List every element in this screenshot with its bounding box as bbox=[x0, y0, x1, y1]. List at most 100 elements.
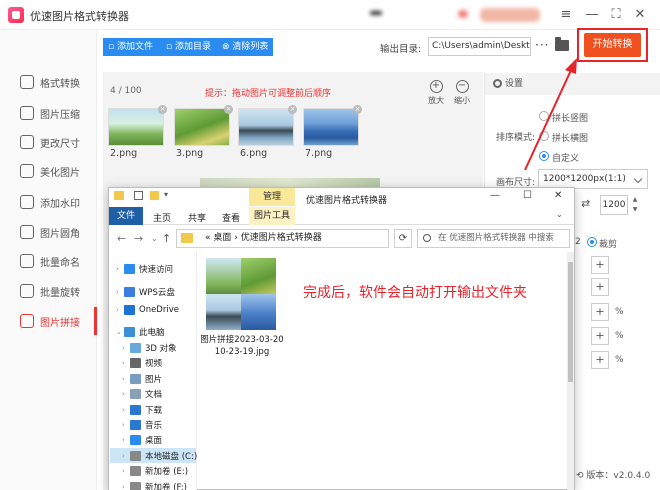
tree-item[interactable]: › 下载 bbox=[122, 404, 162, 416]
tree-chevron-icon[interactable]: › bbox=[122, 452, 130, 460]
zoom-in-button[interactable]: + 放大 bbox=[424, 80, 448, 106]
quick-access-checkbox-icon[interactable] bbox=[134, 191, 143, 200]
sidebar-item[interactable]: 格式转换 bbox=[0, 71, 97, 93]
tree-item[interactable]: › 快速访问 bbox=[116, 263, 173, 275]
manage-tab[interactable]: 管理 bbox=[249, 188, 295, 206]
close-icon[interactable]: ✕ bbox=[630, 5, 650, 25]
sidebar-item[interactable]: 图片圆角 bbox=[0, 221, 97, 243]
stitched-file-thumbnail[interactable] bbox=[206, 258, 276, 330]
tree-item[interactable]: › 图片 bbox=[122, 373, 162, 385]
tree-chevron-icon[interactable]: › bbox=[122, 406, 130, 414]
image-thumbnail[interactable]: × bbox=[174, 105, 233, 146]
increment-button[interactable]: + bbox=[591, 256, 609, 274]
maximize-icon[interactable]: ⛶ bbox=[606, 5, 626, 25]
tree-item[interactable]: ⌄ 此电脑 bbox=[116, 326, 165, 338]
3d-icon bbox=[130, 343, 141, 353]
ribbon-expand-icon[interactable]: ⌄ bbox=[556, 210, 563, 219]
image-count: 4 / 100 bbox=[110, 86, 142, 96]
forward-icon[interactable]: → bbox=[134, 232, 143, 245]
sidebar-item[interactable]: 批量旋转 bbox=[0, 280, 97, 302]
image-thumbnail[interactable]: × bbox=[303, 105, 362, 146]
sidebar-item-label: 美化图片 bbox=[40, 167, 80, 179]
history-dropdown-icon[interactable]: ⌄ bbox=[151, 234, 158, 243]
explorer-maximize-icon[interactable]: ☐ bbox=[523, 190, 532, 201]
tree-chevron-icon[interactable]: › bbox=[122, 421, 130, 429]
address-bar[interactable]: « 桌面 › 优速图片格式转换器 bbox=[176, 229, 389, 248]
back-icon[interactable]: ← bbox=[117, 232, 126, 245]
menu-icon[interactable]: ≡ bbox=[556, 5, 576, 25]
tree-chevron-icon[interactable]: › bbox=[122, 375, 130, 383]
tree-chevron-icon[interactable]: › bbox=[116, 288, 124, 296]
sidebar-item[interactable]: 更改尺寸 bbox=[0, 131, 97, 153]
height-input[interactable]: 1200 bbox=[600, 195, 628, 215]
sort-horizontal-radio[interactable] bbox=[539, 131, 549, 141]
tree-chevron-icon[interactable]: › bbox=[116, 265, 124, 273]
zoom-out-button[interactable]: − 缩小 bbox=[450, 80, 474, 106]
open-folder-icon[interactable] bbox=[555, 37, 569, 51]
explorer-scrollbar-thumb[interactable] bbox=[568, 262, 573, 382]
explorer-minimize-icon[interactable]: — bbox=[490, 190, 500, 201]
tree-chevron-icon[interactable]: › bbox=[122, 390, 130, 398]
output-dir-more-button[interactable]: ··· bbox=[535, 38, 549, 52]
height-stepper[interactable]: ▲ ▼ bbox=[630, 195, 640, 217]
sort-vertical-radio[interactable] bbox=[539, 111, 549, 121]
tree-item[interactable]: › 视频 bbox=[122, 357, 162, 369]
swap-dimensions-icon[interactable]: ⇄ bbox=[581, 197, 590, 210]
tree-item[interactable]: › 本地磁盘 (C:) bbox=[122, 450, 197, 462]
annotation-text: 完成后，软件会自动打开输出文件夹 bbox=[303, 285, 527, 301]
picture-tools-tab[interactable]: 图片工具 bbox=[249, 207, 295, 225]
sort-custom-radio[interactable] bbox=[539, 151, 549, 161]
sidebar-item[interactable]: 添加水印 bbox=[0, 191, 97, 213]
tree-item[interactable]: › 音乐 bbox=[122, 419, 162, 431]
image-thumbnail[interactable]: × bbox=[238, 105, 297, 146]
tree-item[interactable]: › 文档 bbox=[122, 388, 162, 400]
sidebar-item[interactable]: 美化图片 bbox=[0, 160, 97, 182]
share-tab[interactable]: 共享 bbox=[188, 211, 206, 224]
view-tab[interactable]: 查看 bbox=[222, 211, 240, 224]
home-tab[interactable]: 主页 bbox=[153, 211, 171, 224]
clear-list-button[interactable]: ⊗ 清除列表 bbox=[217, 38, 273, 56]
tree-chevron-icon[interactable]: › bbox=[116, 306, 124, 314]
tree-item[interactable]: › 新加卷 (E:) bbox=[122, 465, 188, 477]
tree-item[interactable]: › 3D 对象 bbox=[122, 342, 177, 354]
sidebar-item[interactable]: 图片拼接 bbox=[0, 310, 97, 332]
add-file-button[interactable]: ▫ 添加文件 bbox=[103, 38, 161, 56]
quick-toolbar-dropdown-icon[interactable]: ▾ bbox=[164, 190, 168, 199]
music-icon bbox=[130, 420, 141, 430]
tree-item-label: 快速访问 bbox=[139, 265, 174, 275]
explorer-close-icon[interactable]: ✕ bbox=[554, 190, 562, 201]
increment-button[interactable]: + bbox=[591, 327, 609, 345]
tree-chevron-icon[interactable]: › bbox=[122, 359, 130, 367]
tree-chevron-icon[interactable]: ⌄ bbox=[116, 328, 124, 336]
tree-item[interactable]: › WPS云盘 bbox=[116, 286, 175, 298]
image-thumbnail[interactable]: × bbox=[108, 105, 167, 146]
tree-chevron-icon[interactable]: › bbox=[122, 483, 130, 490]
tree-item[interactable]: › OneDrive bbox=[116, 305, 179, 315]
increment-button[interactable]: + bbox=[591, 303, 609, 321]
tree-item[interactable]: › 新加卷 (F:) bbox=[122, 481, 187, 490]
clear-list-label: 清除列表 bbox=[232, 42, 269, 52]
crop-radio[interactable] bbox=[587, 237, 597, 247]
thumb-quadrant bbox=[206, 294, 241, 330]
remove-image-icon[interactable]: × bbox=[353, 105, 362, 114]
refresh-icon[interactable]: ⟳ bbox=[394, 229, 412, 248]
tree-chevron-icon[interactable]: › bbox=[122, 436, 130, 444]
tree-chevron-icon[interactable]: › bbox=[122, 467, 130, 475]
sidebar-item[interactable]: 批量命名 bbox=[0, 250, 97, 272]
file-tab[interactable]: 文件 bbox=[109, 207, 143, 225]
remove-image-icon[interactable]: × bbox=[158, 105, 167, 114]
search-input[interactable]: 在 优速图片格式转换器 中搜索 bbox=[417, 229, 570, 248]
remove-image-icon[interactable]: × bbox=[288, 105, 297, 114]
tree-chevron-icon[interactable]: › bbox=[122, 344, 130, 352]
add-folder-button[interactable]: ▫ 添加目录 bbox=[161, 38, 217, 56]
minimize-icon[interactable]: — bbox=[582, 5, 602, 25]
remove-image-icon[interactable]: × bbox=[224, 105, 233, 114]
increment-button[interactable]: + bbox=[591, 278, 609, 296]
canvas-size-select[interactable]: 1200*1200px(1:1) bbox=[538, 169, 648, 189]
tree-item[interactable]: › 桌面 bbox=[122, 434, 162, 446]
increment-button[interactable]: + bbox=[591, 351, 609, 369]
sidebar-item[interactable]: 图片压缩 bbox=[0, 102, 97, 124]
up-icon[interactable]: ↑ bbox=[162, 232, 171, 245]
new-folder-icon[interactable] bbox=[150, 191, 159, 200]
output-dir-input[interactable]: C:\Users\admin\Deskto bbox=[428, 37, 531, 56]
